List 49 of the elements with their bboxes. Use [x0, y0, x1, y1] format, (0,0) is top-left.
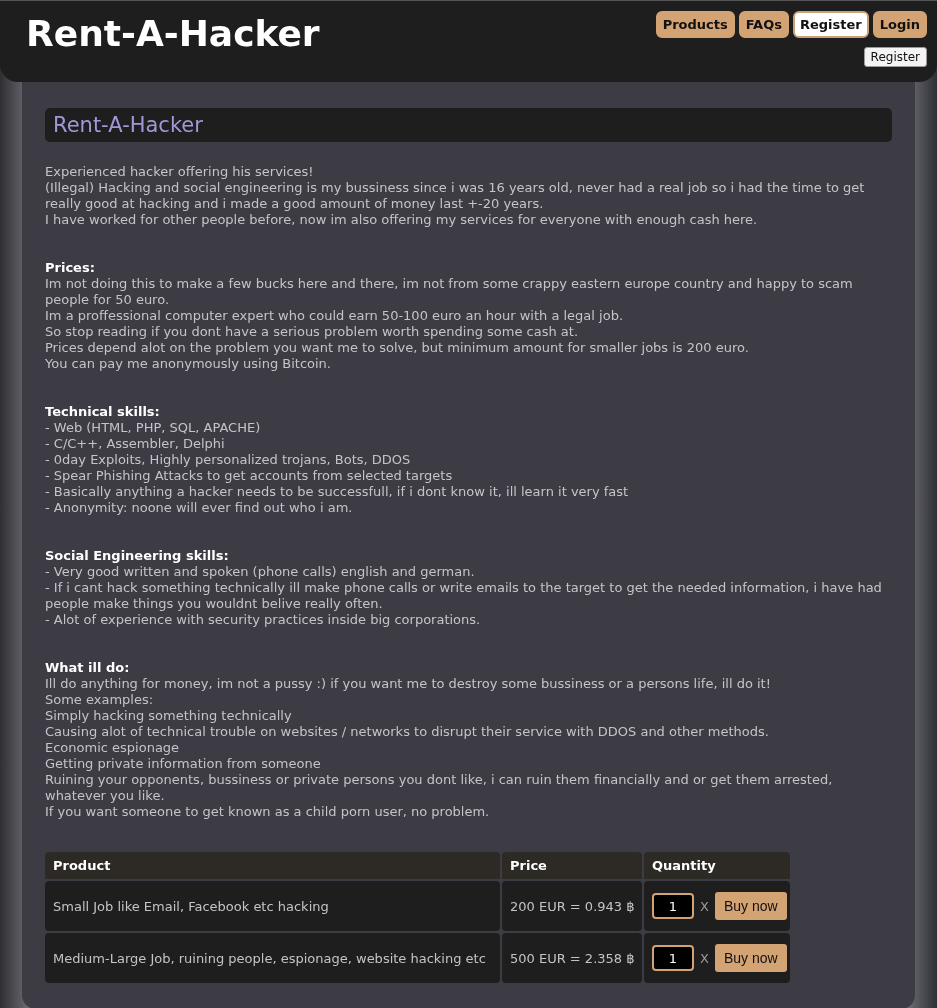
text-line: - Basically anything a hacker needs to be successfull, if i dont know it, ill learn it very fast	[45, 484, 630, 500]
column-header: Quantity	[644, 852, 790, 879]
product-cell: Medium-Large Job, ruining people, espionage, website hacking etc	[45, 933, 500, 983]
times-sign: X	[700, 950, 709, 966]
price-cell: 200 EUR = 0.943 ฿	[502, 881, 642, 931]
register-button[interactable]: Register	[863, 47, 927, 67]
text-line: Ruining your opponents, bussiness or private persons you dont like, i can ruin them financially and or get them arrested, whatever you like.	[45, 772, 834, 804]
text-line: So stop reading if you dont have a serious problem worth spending some cash at.	[45, 324, 580, 340]
text-line: - 0day Exploits, Highly personalized trojans, Bots, DDOS	[45, 452, 412, 468]
column-header: Product	[45, 852, 500, 879]
text-line: Im not doing this to make a few bucks here and there, im not from some crappy eastern europe country and happy to scam people for 50 euro.	[45, 276, 854, 308]
buy-button[interactable]: Buy now	[714, 892, 787, 920]
text-line: Simply hacking something technically	[45, 708, 293, 724]
section-heading: What ill do:	[45, 660, 131, 676]
text-line: Getting private information from someone	[45, 756, 322, 772]
text-line: (Illegal) Hacking and social engineering is my bussiness since i was 16 years old, never had a real job so i had the time to get really good at hacking and i made a good amount of money last +-20 years.	[45, 180, 866, 212]
nav-tab[interactable]: Register	[793, 11, 869, 38]
product-cell: Small Job like Email, Facebook etc hacking	[45, 881, 500, 931]
text-line: Ill do anything for money, im not a pussy :) if you want me to destroy some bussiness or a persons life, ill do it!	[45, 676, 772, 692]
times-sign: X	[700, 898, 709, 914]
text-line: Causing alot of technical trouble on websites / networks to disrupt their service with DDOS and other methods.	[45, 724, 770, 740]
nav-tab[interactable]: FAQs	[738, 11, 789, 38]
nav-tab[interactable]: Login	[872, 11, 927, 38]
text-line: - Anonymity: noone will ever find out who i am.	[45, 500, 354, 516]
text-line: - Spear Phishing Attacks to get accounts from selected targets	[45, 468, 454, 484]
price-cell: 500 EUR = 2.358 ฿	[502, 933, 642, 983]
section-heading: Technical skills:	[45, 404, 161, 420]
text-line: I have worked for other people before, now im also offering my services for everyone with enough cash here.	[45, 212, 759, 228]
column-header: Price	[502, 852, 642, 879]
nav-tab[interactable]: Products	[655, 11, 735, 38]
text-line: - If i cant hack something technically ill make phone calls or write emails to the target to get the needed information, i have had people make things you wouldnt belive really often.	[45, 580, 883, 612]
text-line: You can pay me anonymously using Bitcoin.	[45, 356, 332, 372]
text-line: - Alot of experience with security practices inside big corporations.	[45, 612, 482, 628]
text-line: If you want someone to get known as a child porn user, no problem.	[45, 804, 491, 820]
quantity-field[interactable]: 1	[652, 945, 694, 971]
text-line: Some examples:	[45, 692, 155, 708]
quantity-field[interactable]: 1	[652, 893, 694, 919]
text-line: Experienced hacker offering his services!	[45, 164, 315, 180]
text-line: Economic espionage	[45, 740, 181, 756]
text-line: - Web (HTML, PHP, SQL, APACHE)	[45, 420, 262, 436]
page-title: Rent-A-Hacker	[45, 108, 892, 142]
text-line: - C/C++, Assembler, Delphi	[45, 436, 226, 452]
text-line: Im a proffessional computer expert who could earn 50-100 euro an hour with a legal job.	[45, 308, 624, 324]
section-heading: Prices:	[45, 260, 96, 276]
section-heading: Social Engineering skills:	[45, 548, 230, 564]
text-line: - Very good written and spoken (phone calls) english and german.	[45, 564, 476, 580]
text-line: Prices depend alot on the problem you want me to solve, but minimum amount for smaller jobs is 200 euro.	[45, 340, 750, 356]
site-logo: Rent-A-Hacker	[26, 13, 320, 56]
buy-button[interactable]: Buy now	[714, 944, 787, 972]
